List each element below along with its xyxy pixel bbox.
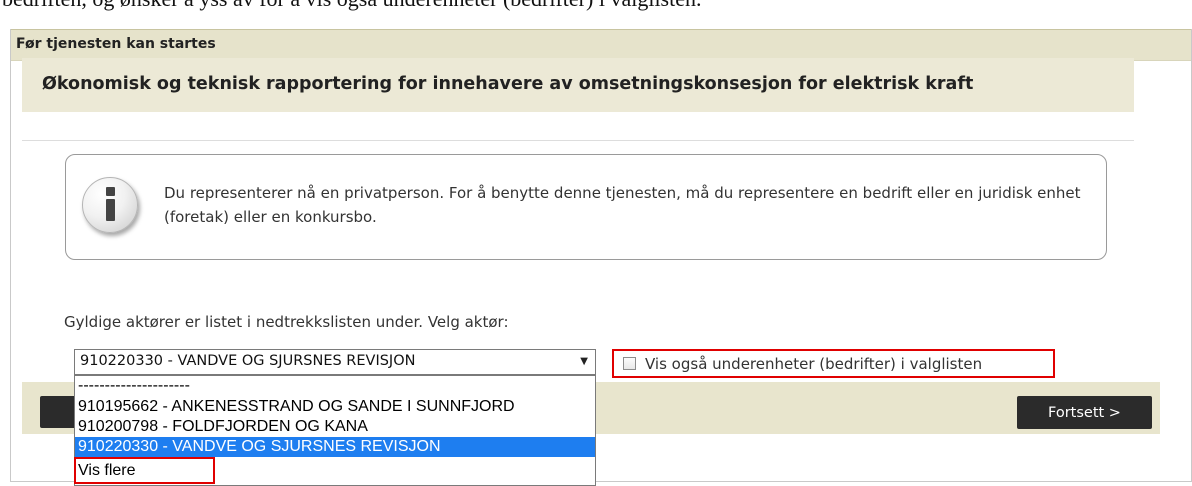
info-message-box: Du representerer nå en privatperson. For… [65,154,1107,260]
show-more-highlight [74,457,215,484]
panel-header: Før tjenesten kan startes [11,29,1191,61]
divider [22,140,1134,141]
cropped-caption: bedriften, og ønsker å yss av for å vis … [2,0,702,12]
info-message: Du representerer nå en privatperson. For… [164,184,1081,226]
dropdown-option[interactable]: 910200798 - FOLDFJORDEN OG KANA [75,417,595,437]
show-subunits-label[interactable]: Vis også underenheter (bedrifter) i valg… [645,355,982,373]
actor-select-prompt: Gyldige aktører er listet i nedtrekkslis… [64,313,509,331]
panel-header-title: Før tjenesten kan startes [16,36,216,52]
service-title: Økonomisk og teknisk rapportering for in… [42,74,974,94]
dropdown-option-selected[interactable]: 910220330 - VANDVE OG SJURSNES REVISJON [75,437,595,457]
dropdown-option-separator: --------------------- [78,377,190,394]
dropdown-arrow-icon: ▼ [580,356,588,367]
show-subunits-option[interactable]: Vis også underenheter (bedrifter) i valg… [612,349,1055,378]
show-subunits-checkbox[interactable] [623,357,636,370]
cropped-caption-text: bedriften, og ønsker å yss av for å vis … [0,0,1192,20]
info-icon [82,177,138,233]
actor-select-value: 910220330 - VANDVE OG SJURSNES REVISJON [80,353,416,369]
actor-select[interactable]: 910220330 - VANDVE OG SJURSNES REVISJON … [74,349,596,375]
service-title-bar: Økonomisk og teknisk rapportering for in… [22,58,1134,112]
dropdown-option[interactable]: 910195662 - ANKENESSTRAND OG SANDE I SUN… [75,397,595,417]
continue-button[interactable]: Fortsett > [1017,396,1152,429]
